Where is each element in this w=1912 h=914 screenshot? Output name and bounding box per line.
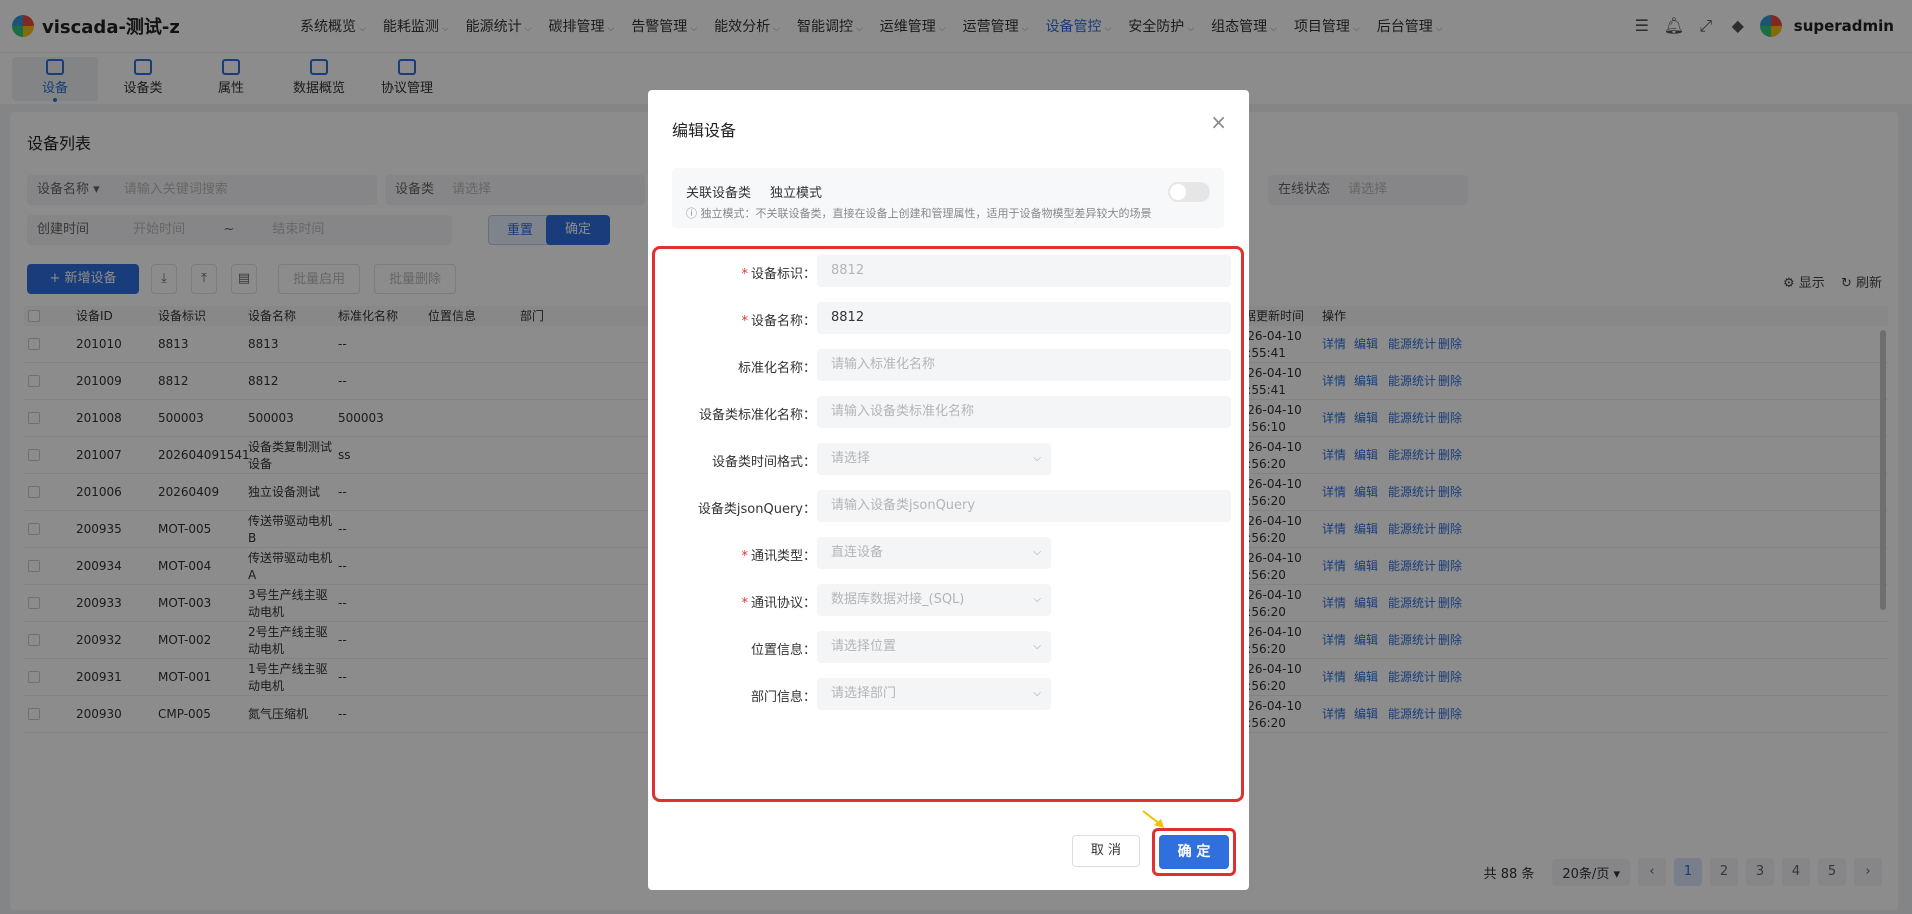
- close-icon[interactable]: ×: [1210, 110, 1227, 134]
- pointer-arrow-icon: [1142, 810, 1164, 828]
- form-field-label: 部门信息：: [751, 686, 816, 705]
- chevron-down-icon: ⌵: [1033, 594, 1041, 605]
- edit-device-dialog: 编辑设备 × 关联设备类 独立模式 ⓘ 独立模式：不关联设备类，直接在设备上创建…: [648, 90, 1249, 890]
- chevron-down-icon: ⌵: [1033, 453, 1041, 464]
- form-input[interactable]: 请输入设备类jsonQuery: [817, 490, 1231, 522]
- ok-highlight: 确 定: [1152, 828, 1236, 876]
- form-label-text: 设备类标准化名称：: [698, 408, 816, 423]
- form-select[interactable]: 数据库数据对接_(SQL) ⌵: [817, 584, 1051, 616]
- form-label-text: 设备类时间格式：: [711, 455, 816, 470]
- form-select[interactable]: 请选择位置 ⌵: [817, 631, 1051, 663]
- mode-toggle[interactable]: [1168, 182, 1210, 202]
- form-row: 位置信息： 请选择位置 ⌵: [655, 631, 1241, 663]
- form-field-label: * 设备名称：: [741, 310, 816, 329]
- highlighted-form-area: * 设备标识： 8812 * 设备名称： 8812 标准化名称： 请输入标准化名称 设备类标准化…: [652, 246, 1244, 802]
- ok-button[interactable]: 确 定: [1159, 835, 1229, 869]
- chevron-down-icon: ⌵: [1033, 641, 1041, 652]
- cancel-button[interactable]: 取 消: [1072, 835, 1140, 867]
- form-label-text: 标准化名称：: [737, 361, 816, 376]
- form-row: 设备类标准化名称： 请输入设备类标准化名称: [655, 396, 1241, 428]
- form-field-label: * 设备标识：: [741, 263, 816, 282]
- form-input[interactable]: 8812: [817, 302, 1231, 334]
- form-field-label: 设备类jsonQuery：: [698, 498, 816, 517]
- form-row: 设备类时间格式： 请选择 ⌵: [655, 443, 1241, 475]
- form-row: 设备类jsonQuery： 请输入设备类jsonQuery: [655, 490, 1241, 522]
- mode-panel: 关联设备类 独立模式 ⓘ 独立模式：不关联设备类，直接在设备上创建和管理属性，适…: [672, 168, 1224, 228]
- form-input[interactable]: 请输入设备类标准化名称: [817, 396, 1231, 428]
- form-input[interactable]: 8812: [817, 255, 1231, 287]
- form-label-text: 部门信息：: [750, 690, 816, 705]
- form-row: * 通讯类型： 直连设备 ⌵: [655, 537, 1241, 569]
- required-mark: *: [741, 314, 748, 329]
- form-row: 标准化名称： 请输入标准化名称: [655, 349, 1241, 381]
- select-placeholder: 数据库数据对接_(SQL): [831, 592, 965, 607]
- form-row: * 通讯协议： 数据库数据对接_(SQL) ⌵: [655, 584, 1241, 616]
- mode-tip: ⓘ 独立模式：不关联设备类，直接在设备上创建和管理属性，适用于设备物模型差异较大…: [686, 207, 1152, 220]
- form-row: * 设备标识： 8812: [655, 255, 1241, 287]
- form-row: * 设备名称： 8812: [655, 302, 1241, 334]
- chevron-down-icon: ⌵: [1033, 688, 1041, 699]
- required-mark: *: [741, 549, 748, 564]
- form-label-text: 设备名称：: [750, 314, 816, 329]
- form-label-text: 通讯协议：: [750, 596, 816, 611]
- form-select[interactable]: 直连设备 ⌵: [817, 537, 1051, 569]
- select-placeholder: 请选择: [831, 451, 871, 466]
- form-field-label: 位置信息：: [751, 639, 816, 658]
- form-row: 部门信息： 请选择部门 ⌵: [655, 678, 1241, 710]
- form-label-text: 位置信息：: [750, 643, 816, 658]
- form-field-label: 标准化名称：: [738, 357, 816, 376]
- mode-label: 关联设备类: [686, 186, 752, 201]
- form-input[interactable]: 请输入标准化名称: [817, 349, 1231, 381]
- select-placeholder: 请选择部门: [831, 686, 897, 701]
- required-mark: *: [741, 596, 748, 611]
- form-label-text: 设备类jsonQuery：: [697, 502, 816, 517]
- form-label-text: 通讯类型：: [750, 549, 816, 564]
- chevron-down-icon: ⌵: [1033, 547, 1041, 558]
- select-placeholder: 直连设备: [831, 545, 884, 560]
- form-select[interactable]: 请选择 ⌵: [817, 443, 1051, 475]
- form-label-text: 设备标识：: [750, 267, 816, 282]
- required-mark: *: [741, 267, 748, 282]
- form-field-label: 设备类标准化名称：: [699, 404, 816, 423]
- form-field-label: 设备类时间格式：: [712, 451, 816, 470]
- form-field-label: * 通讯类型：: [741, 545, 816, 564]
- dialog-title: 编辑设备: [672, 121, 737, 140]
- form-select[interactable]: 请选择部门 ⌵: [817, 678, 1051, 710]
- mode-value: 独立模式: [770, 186, 823, 201]
- select-placeholder: 请选择位置: [831, 639, 897, 654]
- form-field-label: * 通讯协议：: [741, 592, 816, 611]
